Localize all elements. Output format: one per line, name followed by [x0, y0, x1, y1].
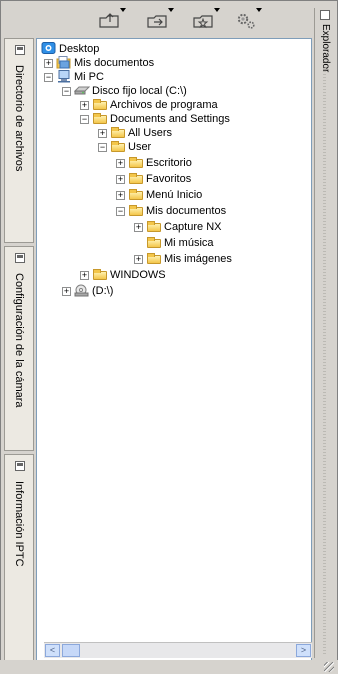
desktop-icon — [41, 42, 56, 54]
side-tabs: Directorio de archivos Configuración de … — [4, 38, 34, 663]
folder-icon — [129, 189, 143, 200]
folder-star-icon[interactable] — [192, 8, 220, 32]
expander[interactable]: + — [98, 129, 107, 138]
expander[interactable]: + — [80, 271, 89, 280]
tree-item[interactable]: − Mis documentos — [116, 204, 309, 218]
tab-label: Configuración de la cámara — [13, 273, 25, 408]
expander[interactable]: + — [116, 175, 125, 184]
tree-item[interactable]: − User — [98, 140, 309, 154]
tree-label: User — [128, 141, 152, 153]
folder-icon — [129, 205, 143, 216]
folder-icon — [147, 221, 161, 232]
expander[interactable]: − — [44, 73, 53, 82]
tree-label: Favoritos — [146, 173, 192, 185]
horizontal-scrollbar[interactable]: < > — [44, 642, 312, 658]
tab-configuracion[interactable]: Configuración de la cámara — [4, 246, 34, 451]
tab-directorio[interactable]: Directorio de archivos — [4, 38, 34, 243]
folder-icon — [93, 99, 107, 110]
tree-item[interactable]: + Archivos de programa — [80, 98, 309, 112]
tree-label: Capture NX — [164, 221, 222, 233]
tree-label: Disco fijo local (C:\) — [92, 85, 187, 97]
tree-item[interactable]: + All Users — [98, 126, 309, 140]
tab-iptc[interactable]: Información IPTC — [4, 454, 34, 663]
resize-handle[interactable] — [324, 662, 334, 672]
expander[interactable]: + — [80, 101, 89, 110]
expander[interactable]: − — [98, 143, 107, 152]
scroll-left-button[interactable]: < — [45, 644, 60, 657]
tab-label: Directorio de archivos — [13, 65, 25, 172]
status-bar — [0, 660, 338, 674]
scroll-thumb[interactable] — [62, 644, 80, 657]
tree-item[interactable]: Desktop — [39, 42, 309, 56]
folder-arrow-icon[interactable] — [146, 8, 174, 32]
gear-icon[interactable] — [234, 8, 262, 32]
panel-icon — [15, 45, 25, 55]
tree-item[interactable]: + Escritorio — [116, 156, 309, 170]
folder-icon — [93, 113, 107, 124]
panel-icon — [320, 10, 330, 20]
tree-item[interactable]: + Menú Inicio — [116, 188, 309, 202]
tree-label: Escritorio — [146, 157, 192, 169]
tree-item[interactable]: + Mis imágenes — [134, 252, 309, 266]
tree-item[interactable]: + (D:\) — [62, 284, 309, 298]
tree-label: WINDOWS — [110, 269, 166, 281]
tree-item[interactable]: + Favoritos — [116, 172, 309, 186]
panel-icon — [15, 253, 25, 263]
tree-label: Mis documentos — [74, 57, 155, 69]
folder-icon — [129, 173, 143, 184]
tree-label: Mis imágenes — [164, 253, 232, 265]
expander[interactable]: + — [134, 223, 143, 232]
panel-icon — [15, 461, 25, 471]
cd-drive-icon — [74, 284, 89, 297]
tree-label: Documents and Settings — [110, 113, 230, 125]
tree-label: Archivos de programa — [110, 99, 218, 111]
tree-item[interactable]: + WINDOWS — [80, 268, 309, 282]
expander[interactable]: + — [44, 59, 53, 68]
tree-item[interactable]: − Disco fijo local (C:\) — [62, 84, 309, 98]
folder-tree[interactable]: Desktop + Mis documentos − Mi PC − Disco… — [36, 38, 312, 663]
tree-label: Desktop — [59, 43, 100, 55]
documents-icon — [56, 56, 71, 69]
tree-item[interactable]: + Mis documentos — [44, 56, 309, 70]
expander[interactable]: − — [62, 87, 71, 96]
expander[interactable]: − — [80, 115, 89, 124]
scroll-right-button[interactable]: > — [296, 644, 311, 657]
tree-item[interactable]: + Capture NX — [134, 220, 309, 234]
tree-item[interactable]: Mi música — [134, 236, 309, 250]
tree-label: All Users — [128, 127, 173, 139]
folder-icon — [93, 269, 107, 280]
expander[interactable]: + — [116, 191, 125, 200]
tree-label: Mis documentos — [146, 205, 227, 217]
computer-icon — [58, 70, 70, 83]
folder-icon — [147, 253, 161, 264]
drive-icon — [74, 86, 90, 95]
tree-item[interactable]: − Mi PC — [44, 70, 309, 84]
tab-label: Información IPTC — [13, 481, 25, 567]
expander[interactable]: + — [134, 255, 143, 264]
tree-label: Mi música — [164, 237, 214, 249]
folder-up-icon[interactable] — [98, 8, 126, 32]
resize-grip[interactable] — [323, 68, 326, 654]
folder-icon — [147, 237, 161, 248]
tree-item[interactable]: − Documents and Settings — [80, 112, 309, 126]
folder-icon — [111, 127, 125, 138]
right-panel-label: Explorador — [320, 24, 331, 73]
tree-label: (D:\) — [92, 285, 114, 297]
toolbar — [34, 6, 314, 34]
expander[interactable]: + — [116, 159, 125, 168]
right-panel-bar[interactable]: Explorador — [314, 8, 335, 658]
folder-icon — [129, 157, 143, 168]
expander[interactable]: − — [116, 207, 125, 216]
tree-label: Mi PC — [74, 71, 104, 83]
expander[interactable]: + — [62, 287, 71, 296]
tree-label: Menú Inicio — [146, 189, 203, 201]
folder-icon — [111, 141, 125, 152]
